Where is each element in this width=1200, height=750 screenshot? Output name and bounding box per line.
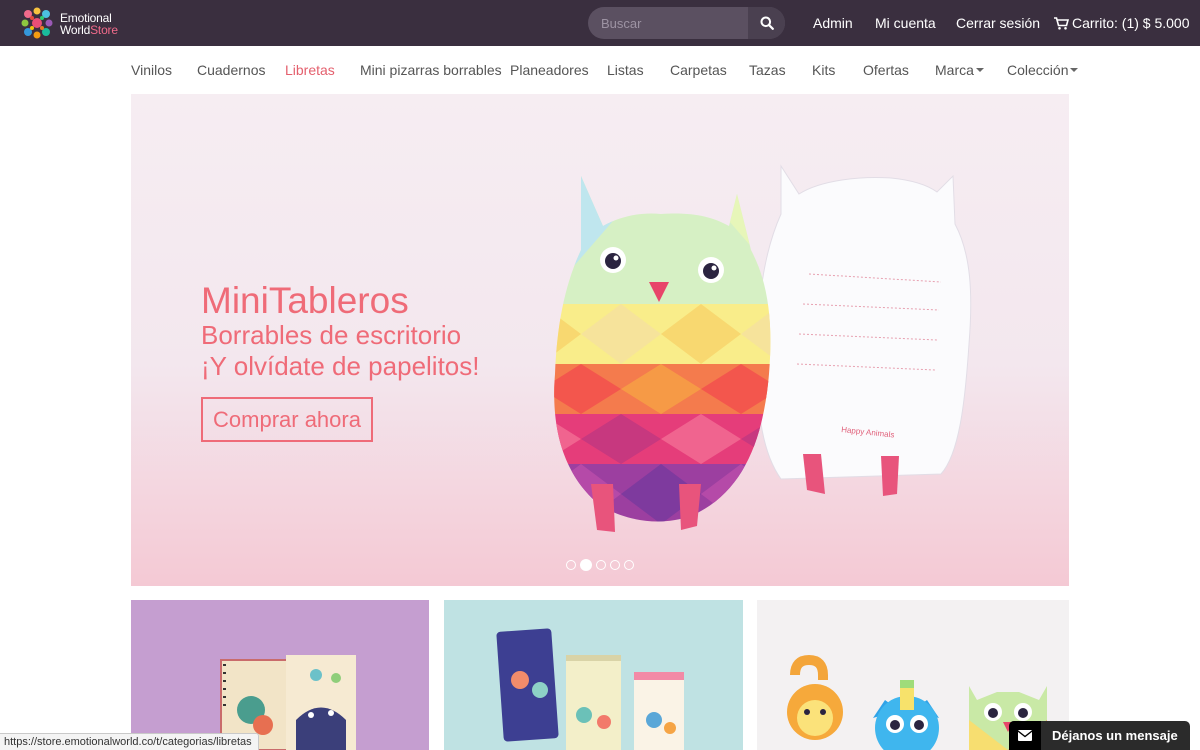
logo-mark-icon	[21, 7, 53, 39]
logo-line2b: Store	[90, 23, 118, 37]
carousel-dot-1[interactable]	[566, 560, 576, 570]
promo-card-libretas[interactable]	[444, 600, 743, 750]
nav-item-marca[interactable]: Marca	[935, 62, 984, 78]
nav-item-kits[interactable]: Kits	[812, 62, 835, 78]
nav-item-marca-label: Marca	[935, 62, 974, 78]
buy-now-button[interactable]: Comprar ahora	[201, 397, 373, 442]
hero-subtitle-2: ¡Y olvídate de papelitos!	[201, 351, 480, 381]
nav-item-cuadernos[interactable]: Cuadernos	[197, 62, 266, 78]
nav-item-libretas[interactable]: Libretas	[285, 62, 335, 78]
browser-status-bar: https://store.emotionalworld.co/t/catego…	[0, 733, 259, 750]
notebooks-image	[220, 655, 356, 750]
search-box	[588, 7, 785, 39]
caret-down-icon	[975, 68, 984, 73]
hero-subtitle-1: Borrables de escritorio	[201, 320, 462, 350]
category-nav: Vinilos Cuadernos Libretas Mini pizarras…	[0, 46, 1200, 94]
carousel-dot-2[interactable]	[580, 559, 592, 571]
hero-carousel[interactable]: MiniTableros Borrables de escritorio ¡Y …	[131, 94, 1069, 586]
nav-item-carpetas[interactable]: Carpetas	[670, 62, 727, 78]
search-input[interactable]	[588, 7, 748, 39]
search-button[interactable]	[748, 7, 785, 39]
search-icon	[760, 16, 774, 30]
top-bar: Emotional WorldStore Admin Mi cuenta Cer…	[0, 0, 1200, 46]
nav-item-tazas[interactable]: Tazas	[749, 62, 786, 78]
account-link[interactable]: Mi cuenta	[875, 15, 936, 31]
carousel-dot-5[interactable]	[624, 560, 634, 570]
nav-item-ofertas[interactable]: Ofertas	[863, 62, 909, 78]
logo-line2a: World	[60, 23, 91, 37]
leave-message-widget[interactable]: Déjanos un mensaje	[1009, 721, 1190, 750]
nav-item-coleccion-label: Colección	[1007, 62, 1069, 78]
nav-item-mini-pizarras[interactable]: Mini pizarras borrables	[360, 62, 502, 78]
store-logo[interactable]: Emotional WorldStore	[18, 4, 148, 44]
hero-title: MiniTableros	[201, 280, 409, 321]
nav-item-vinilos[interactable]: Vinilos	[131, 62, 172, 78]
cart-icon	[1054, 16, 1069, 30]
promo-card-notebooks[interactable]	[131, 600, 429, 750]
libretas-image	[496, 628, 684, 750]
carousel-dots	[566, 559, 634, 571]
admin-link[interactable]: Admin	[813, 15, 853, 31]
logout-link[interactable]: Cerrar sesión	[956, 15, 1040, 31]
caret-down-icon	[1070, 68, 1079, 73]
owl-boards-image: Happy Animals	[554, 164, 972, 532]
nav-item-listas[interactable]: Listas	[607, 62, 644, 78]
carousel-dot-4[interactable]	[610, 560, 620, 570]
carousel-dot-3[interactable]	[596, 560, 606, 570]
leave-message-label: Déjanos un mensaje	[1052, 728, 1178, 743]
nav-item-coleccion[interactable]: Colección	[1007, 62, 1079, 78]
cart-link[interactable]: Carrito: (1) $ 5.000	[1054, 15, 1190, 31]
envelope-icon	[1009, 721, 1041, 750]
cart-label: Carrito: (1) $ 5.000	[1072, 15, 1190, 31]
nav-item-planeadores[interactable]: Planeadores	[510, 62, 589, 78]
